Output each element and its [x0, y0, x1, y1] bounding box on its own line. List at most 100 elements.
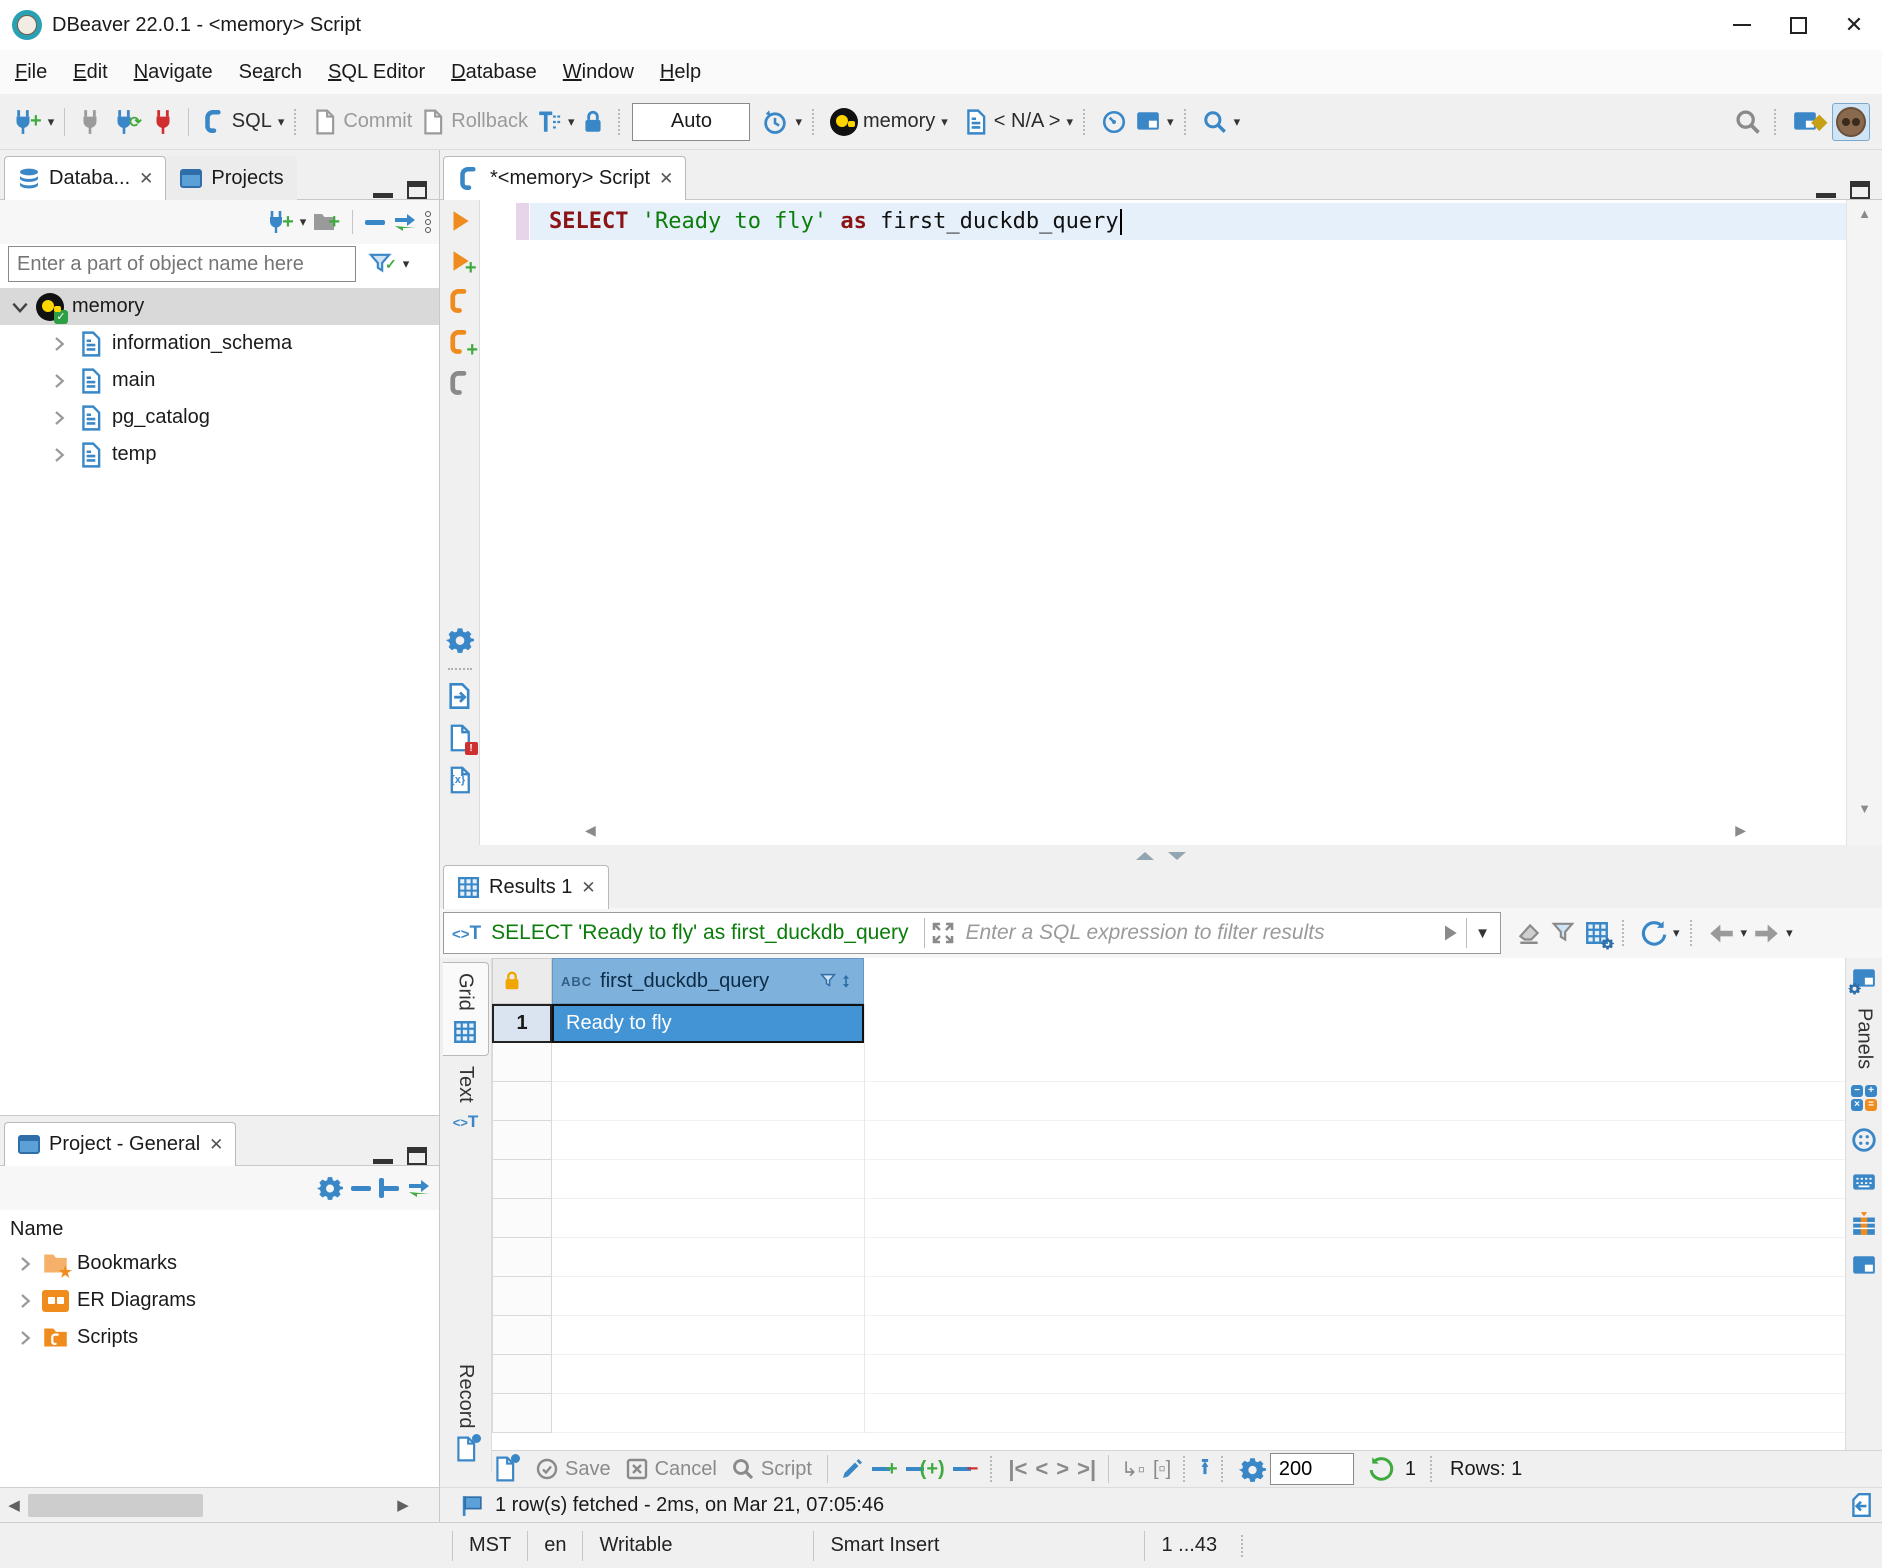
empty-grid-row[interactable]	[552, 1160, 1882, 1199]
filter-history-dropdown[interactable]: ▼	[1475, 925, 1490, 942]
execute-statement-icon[interactable]	[447, 208, 473, 234]
value-viewer-panel-icon[interactable]	[1851, 1169, 1877, 1195]
column-header-first-duckdb-query[interactable]: ABC first_duckdb_query	[552, 958, 864, 1004]
grid-config-icon[interactable]	[1581, 917, 1613, 949]
save-filter-icon[interactable]	[1547, 917, 1579, 949]
close-icon[interactable]: ✕	[209, 1135, 223, 1155]
save-button[interactable]: Save	[535, 1457, 611, 1481]
menu-sql-editor[interactable]: SQL Editor	[315, 50, 438, 94]
empty-row-number-cell[interactable]	[492, 1316, 552, 1355]
search-dropdown[interactable]: ▾	[1234, 114, 1241, 130]
collapse-all-button[interactable]	[348, 1183, 374, 1194]
export-data-icon[interactable]	[446, 682, 474, 710]
results-filter-box[interactable]: <>T SELECT 'Ready to fly' as first_duckd…	[443, 912, 1501, 954]
bind-parameters-icon[interactable]: {x}	[446, 766, 474, 794]
tab-projects[interactable]: Projects	[166, 156, 296, 200]
empty-grid-row[interactable]	[552, 1277, 1882, 1316]
empty-grid-row[interactable]	[552, 1355, 1882, 1394]
project-settings-gear-icon[interactable]	[314, 1172, 346, 1204]
filter-dropdown[interactable]: ▾	[403, 256, 410, 272]
empty-row-number-cell[interactable]	[492, 1121, 552, 1160]
previous-row-icon[interactable]: <	[1032, 1453, 1051, 1485]
empty-grid-row[interactable]	[552, 1199, 1882, 1238]
close-icon[interactable]: ✕	[581, 878, 595, 898]
edit-cell-icon[interactable]	[837, 1454, 867, 1484]
editor-vscrollbar[interactable]: ▲ ▼	[1846, 200, 1882, 845]
tab-project-general[interactable]: Project - General ✕	[4, 1122, 236, 1166]
project-item-scripts[interactable]: Scripts	[0, 1319, 439, 1356]
filter-expression-placeholder[interactable]: Enter a SQL expression to filter results	[965, 921, 1324, 945]
tree-item-schema[interactable]: temp	[0, 436, 439, 473]
empty-row-number-cell[interactable]	[492, 1043, 552, 1082]
record-mode-icon[interactable]	[492, 1456, 518, 1482]
commit-mode-combo[interactable]: Auto	[632, 103, 750, 141]
menu-file[interactable]: File	[2, 50, 60, 94]
minimize-view-icon[interactable]	[373, 193, 393, 198]
maximize-view-icon[interactable]	[1850, 181, 1870, 199]
duplicate-row-icon[interactable]: (+)	[903, 1455, 948, 1484]
result-settings-gear-icon[interactable]	[1236, 1453, 1269, 1486]
calc-panel-icon[interactable]: −+×=	[1851, 1085, 1877, 1111]
scroll-left-icon[interactable]: ◀	[0, 1488, 28, 1522]
menu-edit[interactable]: Edit	[60, 50, 120, 94]
filter-settings-icon[interactable]: ✓	[364, 248, 400, 280]
tab-database-navigator[interactable]: Databa... ✕	[4, 156, 166, 200]
fetch-size-input[interactable]	[1270, 1453, 1354, 1485]
panels-toggle-icon[interactable]	[1848, 1492, 1874, 1518]
menu-navigate[interactable]: Navigate	[121, 50, 226, 94]
first-row-icon[interactable]: |<	[1005, 1453, 1030, 1485]
empty-row-number-cell[interactable]	[492, 1394, 552, 1433]
empty-grid-row[interactable]	[552, 1082, 1882, 1121]
menu-database[interactable]: Database	[438, 50, 550, 94]
link-with-editor-button[interactable]	[390, 207, 420, 237]
close-icon[interactable]: ✕	[139, 169, 153, 189]
delete-row-icon[interactable]: −	[950, 1455, 982, 1484]
rollback-button[interactable]: Rollback	[417, 106, 531, 138]
menu-window[interactable]: Window	[550, 50, 647, 94]
scroll-left-icon[interactable]: ◀	[585, 822, 596, 839]
new-folder-button[interactable]: +	[309, 207, 343, 237]
cancel-button[interactable]: Cancel	[625, 1457, 717, 1481]
writable-indicator[interactable]: Writable	[583, 1534, 813, 1557]
close-icon[interactable]: ✕	[659, 169, 673, 189]
maximize-view-icon[interactable]	[407, 181, 427, 199]
scroll-right-icon[interactable]: ▶	[1735, 822, 1746, 839]
sql-editor-dropdown[interactable]: ▾	[278, 114, 285, 130]
column-filter-sort-icons[interactable]	[819, 972, 855, 990]
tab-grid-presentation[interactable]: Grid	[443, 962, 489, 1056]
empty-grid-row[interactable]	[552, 1238, 1882, 1277]
sql-editor-button[interactable]: SQL	[198, 106, 275, 138]
transaction-mode-button[interactable]	[533, 106, 565, 138]
tab-results-1[interactable]: Results 1 ✕	[443, 865, 609, 909]
empty-row-number-cell[interactable]	[492, 1082, 552, 1121]
refresh-dropdown[interactable]: ▾	[1673, 925, 1680, 941]
row-number-cell[interactable]: 1	[492, 1004, 552, 1043]
insert-mode-indicator[interactable]: Smart Insert	[814, 1534, 1144, 1557]
minimize-view-icon[interactable]	[1816, 193, 1836, 198]
quick-access-search-icon[interactable]	[1731, 105, 1765, 139]
editor-results-sash[interactable]	[440, 845, 1882, 866]
nav-new-connection-button[interactable]: +	[261, 207, 297, 237]
tree-item-schema[interactable]: information_schema	[0, 325, 439, 362]
maximize-results-icon[interactable]	[1168, 852, 1186, 860]
previous-dropdown[interactable]: ▾	[1741, 925, 1748, 941]
empty-row-number-cell[interactable]	[492, 1160, 552, 1199]
schema-dropdown[interactable]: ▾	[1067, 114, 1074, 130]
next-row-icon[interactable]: >	[1053, 1453, 1072, 1485]
apply-filter-icon[interactable]	[1440, 923, 1460, 943]
transaction-dropdown[interactable]: ▾	[568, 114, 575, 130]
dbeaver-perspective-button[interactable]	[1832, 103, 1870, 141]
tab-text-presentation[interactable]: Text <>T	[443, 1056, 489, 1144]
transaction-log-button[interactable]	[758, 105, 792, 139]
object-filter-input[interactable]	[8, 246, 356, 282]
grouping-panel-icon[interactable]	[1851, 1211, 1877, 1237]
project-item-er-diagrams[interactable]: ER Diagrams	[0, 1282, 439, 1319]
scroll-down-icon[interactable]: ▼	[1847, 801, 1882, 816]
script-button[interactable]: Script	[731, 1457, 812, 1481]
selected-cell[interactable]: Ready to fly	[552, 1004, 864, 1043]
open-perspective-button[interactable]: ◆	[1789, 106, 1830, 138]
cursor-position-indicator[interactable]: 1 ...43	[1145, 1534, 1233, 1557]
new-connection-button[interactable]: +	[7, 106, 45, 138]
empty-grid-row[interactable]	[552, 1394, 1882, 1433]
close-button[interactable]: ✕	[1826, 5, 1882, 45]
